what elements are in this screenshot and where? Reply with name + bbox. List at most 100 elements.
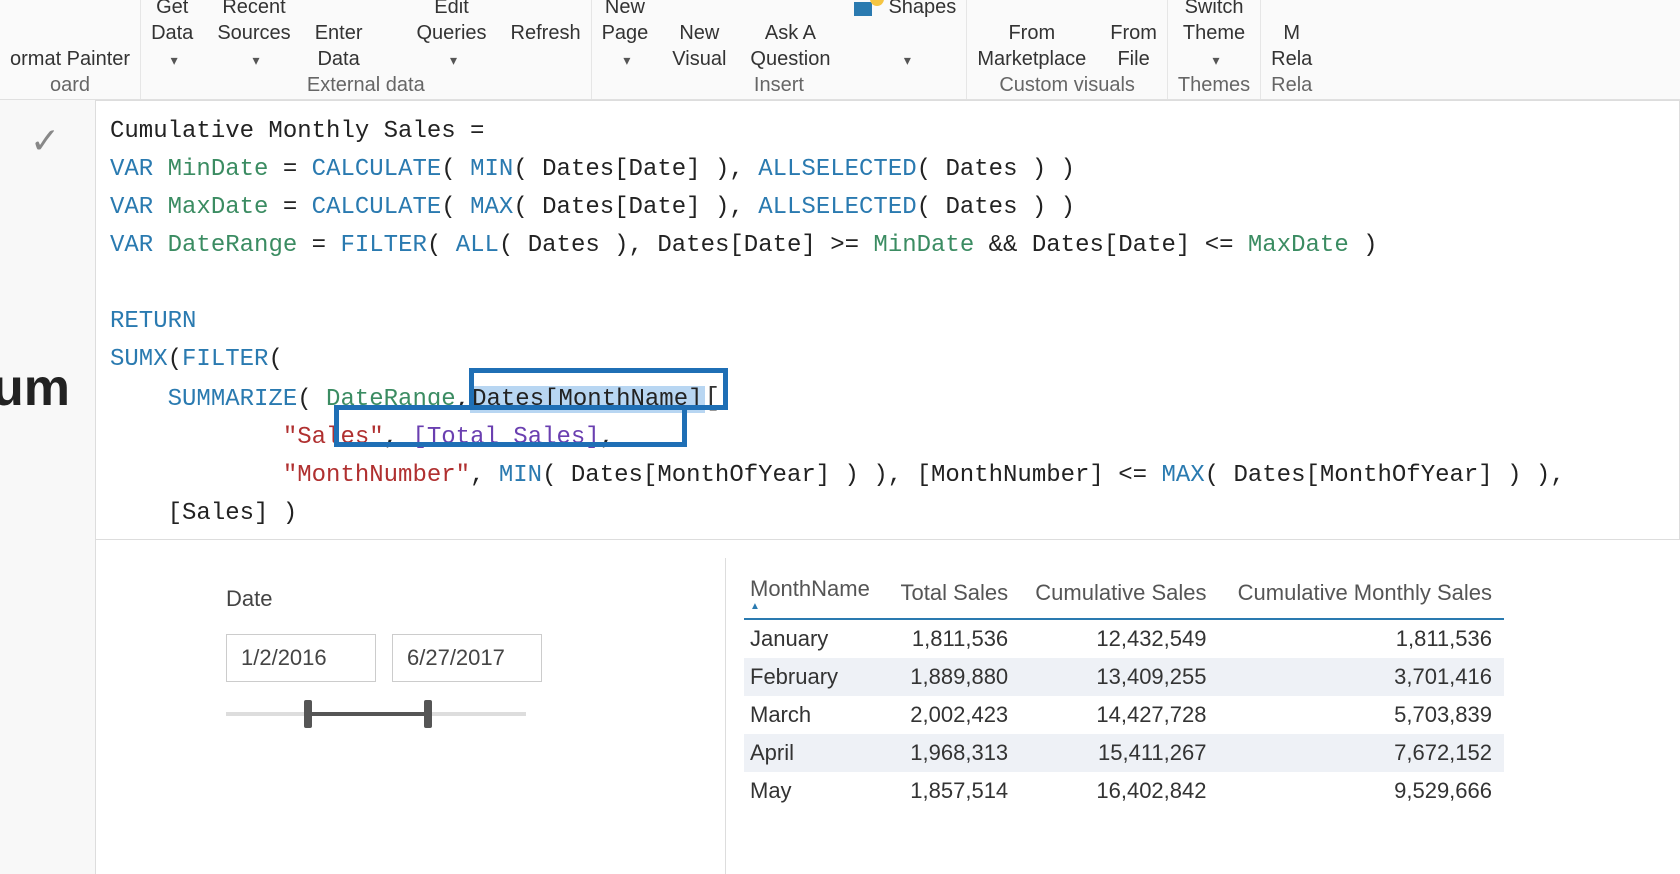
f-var2: VAR (110, 194, 153, 221)
from-file-button[interactable]: From File (1110, 20, 1157, 72)
table-row[interactable]: April 1,968,313 15,411,267 7,672,152 (744, 734, 1504, 772)
f-sales-str: "Sales" (283, 424, 384, 451)
slider-thumb-start[interactable] (304, 700, 312, 728)
f-monthnum-str: "MonthNumber" (283, 462, 470, 489)
new-page-label2: Page (602, 20, 649, 46)
f-mindate-ref: MinDate (873, 232, 974, 259)
cell-cum: 12,432,549 (1020, 619, 1218, 658)
f-rp2: ) (701, 194, 730, 221)
format-painter-button[interactable]: ormat Painter (10, 46, 130, 72)
cell-total: 1,968,313 (888, 734, 1020, 772)
f-total-sales: [Total Sales] (412, 424, 599, 451)
f-c6: , (888, 462, 917, 489)
edit-queries-button[interactable]: Edit Queries (417, 0, 487, 72)
formula-editor[interactable]: Cumulative Monthly Sales = VAR MinDate =… (96, 100, 1680, 540)
ribbon-group-insert: New Page New Visual Ask A Question Shape… (592, 0, 968, 99)
get-data-button[interactable]: Get Data (151, 0, 193, 72)
f-eq3: = (297, 232, 340, 259)
f-rp1: ) (701, 156, 730, 183)
f-lp3b: ( (499, 232, 528, 259)
get-data-label1: Get (156, 0, 188, 18)
ribbon-group-label-clipboard: oard (50, 74, 90, 97)
new-visual-button[interactable]: New Visual (672, 20, 726, 72)
f-and: && (974, 232, 1032, 259)
cell-month: January (744, 619, 888, 658)
f-lp1b: ( (513, 156, 542, 183)
f-monthofyear1: Dates[MonthOfYear] (571, 462, 830, 489)
manage-relationships-button[interactable]: M Rela (1271, 20, 1312, 72)
f-lp4: ( (297, 386, 326, 413)
refresh-label: Refresh (511, 22, 581, 44)
cell-cum: 13,409,255 (1020, 658, 1218, 696)
f-monthofyear2: Dates[MonthOfYear] (1233, 462, 1492, 489)
cell-cum: 14,427,728 (1020, 696, 1218, 734)
col-header-cumulative[interactable]: Cumulative Sales (1020, 570, 1218, 619)
f-mindate: MinDate (168, 156, 269, 183)
new-visual-label2: Visual (672, 46, 726, 72)
f-datescol2: Dates[Date] (542, 194, 700, 221)
f-dates1: Dates (945, 156, 1017, 183)
text-cursor: [ (705, 383, 721, 413)
f-all: ALL (456, 232, 499, 259)
slider-thumb-end[interactable] (424, 700, 432, 728)
col-header-total[interactable]: Total Sales (888, 570, 1020, 619)
slicer-slider[interactable] (226, 702, 526, 726)
marketplace-label2: Marketplace (977, 46, 1086, 72)
f-dates2: Dates (945, 194, 1017, 221)
file-label2: File (1110, 46, 1157, 72)
f-c1: , (729, 156, 758, 183)
ask-question-button[interactable]: Ask A Question (750, 20, 830, 72)
data-table-visual[interactable]: MonthName Total Sales Cumulative Sales C… (726, 558, 1680, 874)
recent-sources-button[interactable]: Recent Sources (217, 0, 290, 72)
slicer-start-input[interactable]: 1/2/2016 (226, 634, 376, 682)
table-row[interactable]: February 1,889,880 13,409,255 3,701,416 (744, 658, 1504, 696)
commit-formula-button[interactable]: ✓ (30, 120, 60, 162)
refresh-button[interactable]: Refresh (511, 20, 581, 72)
f-daterange-ref: DateRange (326, 386, 456, 413)
table-row[interactable]: May 1,857,514 16,402,842 9,529,666 (744, 772, 1504, 810)
date-slicer[interactable]: Date 1/2/2016 6/27/2017 (96, 558, 726, 874)
recent-label2: Sources (217, 20, 290, 46)
new-page-label1: New (605, 0, 645, 18)
cell-cum: 15,411,267 (1020, 734, 1218, 772)
ribbon-group-external-data: Get Data Recent Sources Enter Data Edit … (141, 0, 592, 99)
f-le: <= (1190, 232, 1248, 259)
ribbon-group-clipboard: ormat Painter oard (0, 0, 141, 99)
slicer-title: Date (226, 586, 701, 612)
f-filter2: FILTER (182, 346, 268, 373)
new-page-button[interactable]: New Page (602, 0, 649, 72)
col-header-cumulative-monthly[interactable]: Cumulative Monthly Sales (1218, 570, 1504, 619)
ribbon: ormat Painter oard Get Data Recent Sourc… (0, 0, 1680, 100)
enter-data-button[interactable]: Enter Data (315, 20, 363, 72)
cell-month: February (744, 658, 888, 696)
col-header-monthname[interactable]: MonthName (744, 570, 888, 619)
table-row[interactable]: January 1,811,536 12,432,549 1,811,536 (744, 619, 1504, 658)
formula-gutter: ✓ um (0, 100, 96, 874)
f-rp1c: ) (1046, 156, 1075, 183)
f-datescol3: Dates[Date] (657, 232, 815, 259)
shapes-icon (854, 0, 882, 16)
switch-theme-button[interactable]: Switch Theme (1183, 0, 1245, 72)
f-dates3: Dates (528, 232, 600, 259)
f-sales-ref: [Sales] (168, 500, 269, 527)
cell-cum: 16,402,842 (1020, 772, 1218, 810)
edit-label1: Edit (434, 0, 468, 18)
f-ge: >= (816, 232, 874, 259)
f-lp3: ( (427, 232, 456, 259)
ribbon-group-label-themes: Themes (1178, 74, 1250, 97)
table-row[interactable]: March 2,002,423 14,427,728 5,703,839 (744, 696, 1504, 734)
f-maxdate: MaxDate (168, 194, 269, 221)
shapes-label: Shapes (888, 0, 956, 18)
f-rp6b: ) (1522, 462, 1551, 489)
data-table: MonthName Total Sales Cumulative Sales C… (744, 570, 1504, 810)
f-calc1: CALCULATE (312, 156, 442, 183)
f-line1: Cumulative Monthly Sales = (110, 118, 484, 145)
shapes-button[interactable]: Shapes (854, 0, 956, 72)
cell-total: 1,811,536 (888, 619, 1020, 658)
ribbon-group-relationships: M Rela Rela (1261, 0, 1322, 99)
from-marketplace-button[interactable]: From Marketplace (977, 20, 1086, 72)
cell-total: 1,889,880 (888, 658, 1020, 696)
marketplace-label1: From (1008, 22, 1055, 44)
cell-total: 2,002,423 (888, 696, 1020, 734)
slicer-end-input[interactable]: 6/27/2017 (392, 634, 542, 682)
